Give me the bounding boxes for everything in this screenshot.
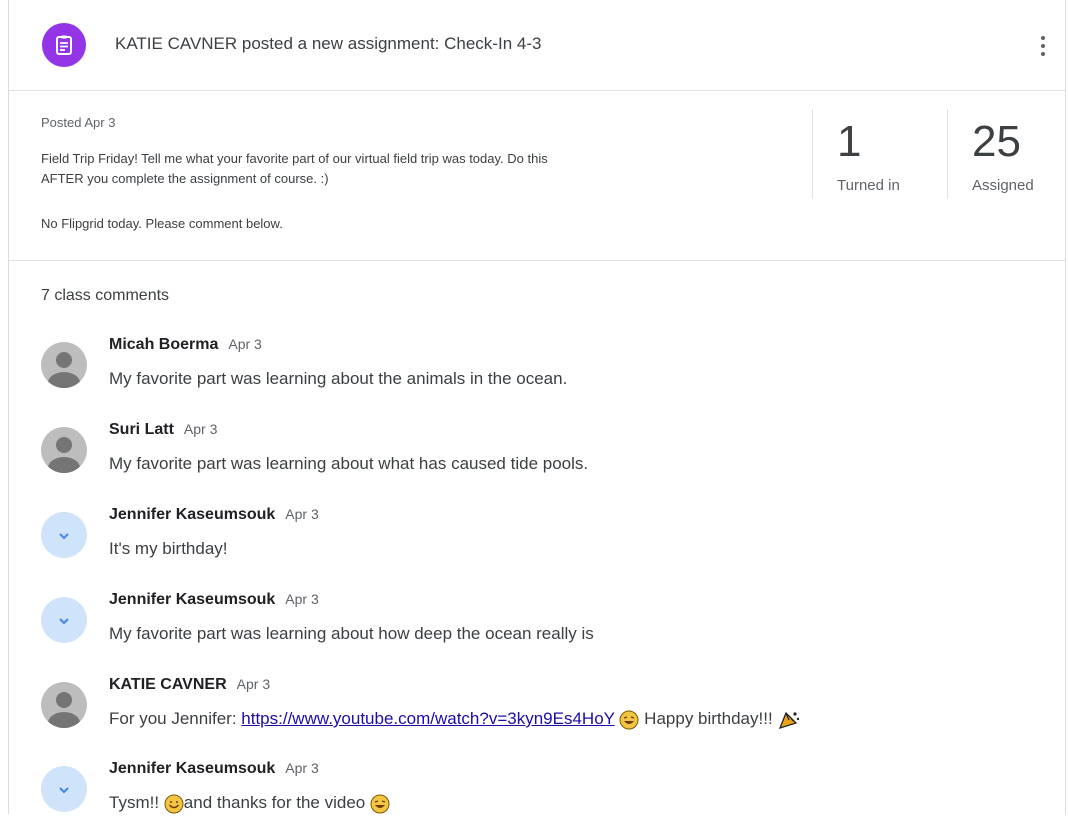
comment-date: Apr 3	[183, 421, 218, 437]
assignment-card: KATIE CAVNER posted a new assignment: Ch…	[8, 0, 1066, 814]
turned-in-stat[interactable]: 1 Turned in	[812, 109, 943, 199]
comment-text: My favorite part was learning about the …	[109, 369, 568, 388]
more-options-icon[interactable]	[1031, 30, 1055, 62]
assigned-stat[interactable]: 25 Assigned	[947, 109, 1066, 199]
turned-in-label: Turned in	[837, 177, 900, 194]
comment-item: Micah Boerma Apr 3 My favorite part was l…	[9, 333, 1065, 413]
assignment-note: No Flipgrid today. Please comment below.	[41, 216, 283, 231]
comment-author: KATIE CAVNER Apr 3	[109, 676, 271, 693]
description-line-2: AFTER you complete the assignment of cou…	[41, 171, 329, 186]
comment-author: Micah Boerma Apr 3	[109, 336, 262, 353]
laughing-emoji-icon	[370, 794, 390, 814]
comment-author: Suri Latt Apr 3	[109, 421, 218, 438]
youtube-link[interactable]: https://www.youtube.com/watch?v=3kyn9Es4…	[241, 709, 614, 728]
assignment-header[interactable]: KATIE CAVNER posted a new assignment: Ch…	[9, 0, 1065, 91]
assignment-icon	[42, 23, 86, 67]
comment-author: Jennifer Kaseumsouk Apr 3	[109, 506, 319, 523]
comment-text: Tysm!! and thanks for the video	[109, 793, 390, 814]
smiling-emoji-icon	[164, 794, 184, 814]
default-person-icon	[41, 342, 87, 388]
comment-text: My favorite part was learning about how …	[109, 624, 594, 643]
assigned-label: Assigned	[972, 177, 1034, 194]
comment-item: Suri Latt Apr 3 My favorite part was lear…	[9, 418, 1065, 498]
default-person-icon	[41, 427, 87, 473]
posted-date: Posted Apr 3	[41, 115, 116, 130]
comment-date: Apr 3	[236, 676, 271, 692]
comment-date: Apr 3	[285, 591, 319, 607]
description-line-1: Field Trip Friday! Tell me what your fav…	[41, 151, 548, 166]
assignment-description: Field Trip Friday! Tell me what your fav…	[41, 149, 781, 189]
comment-item: Jennifer Kaseumsouk Apr 3 Tysm!! and than…	[9, 757, 1065, 837]
assignment-details: Posted Apr 3 Field Trip Friday! Tell me …	[9, 91, 1065, 261]
comment-date: Apr 3	[285, 506, 319, 522]
comment-author: Jennifer Kaseumsouk Apr 3	[109, 591, 319, 608]
assigned-count: 25	[972, 117, 1021, 166]
comment-item: Jennifer Kaseumsouk Apr 3 It's my birthda…	[9, 503, 1065, 583]
blue-avatar-icon	[41, 766, 87, 812]
assignment-title: KATIE CAVNER posted a new assignment: Ch…	[115, 34, 542, 53]
comment-item: Jennifer Kaseumsouk Apr 3 My favorite par…	[9, 588, 1065, 668]
comment-text: My favorite part was learning about what…	[109, 454, 589, 473]
comment-text: For you Jennifer: https://www.youtube.co…	[109, 709, 801, 730]
party-popper-icon	[779, 711, 800, 729]
comment-item: KATIE CAVNER Apr 3 For you Jennifer: http…	[9, 673, 1065, 753]
laughing-emoji-icon	[619, 710, 639, 730]
class-comments-count: 7 class comments	[41, 287, 170, 304]
comment-date: Apr 3	[228, 336, 262, 352]
blue-avatar-icon	[41, 512, 87, 558]
comment-text: It's my birthday!	[109, 539, 228, 558]
blue-avatar-icon	[41, 597, 87, 643]
turned-in-count: 1	[837, 117, 862, 166]
comment-date: Apr 3	[285, 760, 319, 776]
default-person-icon	[41, 682, 87, 728]
comment-author: Jennifer Kaseumsouk Apr 3	[109, 760, 319, 777]
